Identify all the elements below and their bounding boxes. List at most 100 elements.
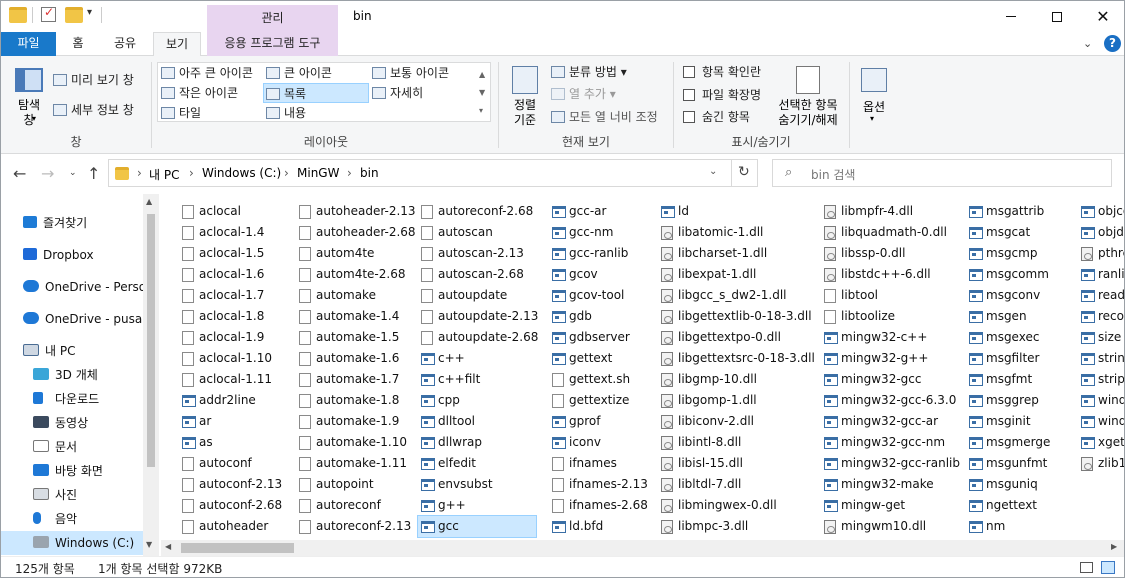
file-item[interactable]: nm bbox=[966, 516, 1050, 537]
file-item[interactable]: dlltool bbox=[418, 411, 538, 432]
file-item[interactable]: gcc-ar bbox=[549, 201, 648, 222]
navigation-pane-icon[interactable] bbox=[15, 68, 43, 92]
file-item[interactable]: libatomic-1.dll bbox=[658, 222, 815, 243]
file-item[interactable]: gcc-nm bbox=[549, 222, 648, 243]
file-item[interactable]: aclocal-1.5 bbox=[179, 243, 282, 264]
tab-file[interactable]: 파일 bbox=[1, 32, 56, 56]
hidden-items-toggle[interactable]: 숨긴 항목 bbox=[683, 107, 750, 127]
file-item[interactable]: zlib1.dll bbox=[1078, 453, 1124, 474]
file-item[interactable]: libmpc-3.dll bbox=[658, 516, 815, 537]
file-item[interactable]: mingw32-gcc-ranlib bbox=[821, 453, 960, 474]
file-item[interactable]: strip bbox=[1078, 369, 1124, 390]
file-item[interactable]: iconv bbox=[549, 432, 648, 453]
file-item[interactable]: gettextize bbox=[549, 390, 648, 411]
file-item[interactable]: msgconv bbox=[966, 285, 1050, 306]
file-item[interactable]: autoheader bbox=[179, 516, 282, 537]
file-item[interactable]: libgettextlib-0-18-3.dll bbox=[658, 306, 815, 327]
file-item[interactable]: xgettext bbox=[1078, 432, 1124, 453]
file-item[interactable]: gdbserver bbox=[549, 327, 648, 348]
file-item[interactable]: autoreconf bbox=[296, 495, 416, 516]
maximize-button[interactable] bbox=[1034, 1, 1080, 32]
file-item[interactable]: libtool bbox=[821, 285, 960, 306]
file-item[interactable]: mingw32-gcc-ar bbox=[821, 411, 960, 432]
layout-medium-icons[interactable]: 보통 아이콘 bbox=[372, 63, 449, 83]
file-item[interactable]: autoconf-2.68 bbox=[179, 495, 282, 516]
checkbox[interactable] bbox=[683, 66, 695, 78]
file-item[interactable]: mingwm10.dll bbox=[821, 516, 960, 537]
search-box[interactable]: ⌕ bin 검색 bbox=[772, 159, 1112, 187]
file-item[interactable]: ifnames bbox=[549, 453, 648, 474]
file-item[interactable]: windmc bbox=[1078, 390, 1124, 411]
file-item[interactable]: aclocal-1.7 bbox=[179, 285, 282, 306]
item-checkboxes-toggle[interactable]: 항목 확인란 bbox=[683, 62, 761, 82]
file-item[interactable]: msguniq bbox=[966, 474, 1050, 495]
file-item[interactable]: ifnames-2.68 bbox=[549, 495, 648, 516]
file-item[interactable]: automake-1.6 bbox=[296, 348, 416, 369]
nav-item-onedrive-personal[interactable]: OneDrive - Personal bbox=[23, 275, 143, 299]
file-item[interactable]: envsubst bbox=[418, 474, 538, 495]
breadcrumb-bin[interactable]: bin bbox=[360, 166, 379, 180]
nav-item-onedrive-pusan[interactable]: OneDrive - pusan bbox=[23, 307, 143, 331]
back-icon[interactable]: ← bbox=[13, 164, 26, 183]
file-item[interactable]: autoreconf-2.68 bbox=[418, 201, 538, 222]
file-item[interactable]: automake-1.8 bbox=[296, 390, 416, 411]
file-item[interactable]: ar bbox=[179, 411, 282, 432]
breadcrumb-this-pc[interactable]: 내 PC bbox=[149, 166, 179, 183]
file-item[interactable]: pthreadGC2.dll bbox=[1078, 243, 1124, 264]
layout-details[interactable]: 자세히 bbox=[372, 83, 423, 103]
file-item[interactable]: libintl-8.dll bbox=[658, 432, 815, 453]
file-item[interactable]: c++ bbox=[418, 348, 538, 369]
file-list-scrollbar[interactable]: ◀ ▶ bbox=[161, 540, 1124, 556]
file-item[interactable]: gcov bbox=[549, 264, 648, 285]
file-item[interactable]: aclocal-1.11 bbox=[179, 369, 282, 390]
file-item[interactable]: autoupdate-2.13 bbox=[418, 306, 538, 327]
recent-locations-icon[interactable]: ⌄ bbox=[69, 168, 77, 178]
file-item[interactable]: ifnames-2.13 bbox=[549, 474, 648, 495]
tab-view[interactable]: 보기 bbox=[153, 32, 201, 57]
file-item[interactable]: libcharset-1.dll bbox=[658, 243, 815, 264]
file-extensions-toggle[interactable]: 파일 확장명 bbox=[683, 85, 761, 105]
file-item[interactable]: ranlib bbox=[1078, 264, 1124, 285]
options-button[interactable]: 옵션 bbox=[854, 98, 894, 115]
file-item[interactable]: autoupdate bbox=[418, 285, 538, 306]
file-scroll-thumb[interactable] bbox=[181, 543, 294, 553]
file-item[interactable]: autoconf bbox=[179, 453, 282, 474]
file-item[interactable]: libexpat-1.dll bbox=[658, 264, 815, 285]
file-item[interactable]: autoconf-2.13 bbox=[179, 474, 282, 495]
file-item[interactable]: aclocal-1.10 bbox=[179, 348, 282, 369]
file-item[interactable]: autoheader-2.13 bbox=[296, 201, 416, 222]
file-item[interactable]: aclocal-1.4 bbox=[179, 222, 282, 243]
file-item[interactable]: mingw-get bbox=[821, 495, 960, 516]
search-input[interactable]: bin 검색 bbox=[811, 166, 855, 183]
file-item[interactable]: msgfmt bbox=[966, 369, 1050, 390]
checkbox[interactable] bbox=[683, 111, 695, 123]
file-item[interactable]: mingw32-c++ bbox=[821, 327, 960, 348]
file-item[interactable]: gcov-tool bbox=[549, 285, 648, 306]
file-item[interactable]: mingw32-g++ bbox=[821, 348, 960, 369]
file-item[interactable]: c++filt bbox=[418, 369, 538, 390]
file-item[interactable]: ngettext bbox=[966, 495, 1050, 516]
file-item[interactable]: msginit bbox=[966, 411, 1050, 432]
file-item[interactable]: libgomp-1.dll bbox=[658, 390, 815, 411]
close-button[interactable]: ✕ bbox=[1080, 1, 1124, 32]
nav-scroll-thumb[interactable] bbox=[147, 214, 155, 467]
file-item[interactable]: strings bbox=[1078, 348, 1124, 369]
file-item[interactable]: libisl-15.dll bbox=[658, 453, 815, 474]
refresh-icon[interactable]: ↻ bbox=[738, 164, 750, 180]
navigation-pane-button[interactable]: 탐색 창 bbox=[9, 98, 49, 128]
file-item[interactable]: msgcat bbox=[966, 222, 1050, 243]
file-item[interactable]: autoscan-2.68 bbox=[418, 264, 538, 285]
file-item[interactable]: msgcmp bbox=[966, 243, 1050, 264]
file-item[interactable]: gettext.sh bbox=[549, 369, 648, 390]
details-pane-button[interactable]: 세부 정보 창 bbox=[53, 100, 134, 120]
file-item[interactable]: libssp-0.dll bbox=[821, 243, 960, 264]
file-item[interactable]: gettext bbox=[549, 348, 648, 369]
file-item[interactable]: gprof bbox=[549, 411, 648, 432]
file-item[interactable]: aclocal bbox=[179, 201, 282, 222]
file-item[interactable]: size bbox=[1078, 327, 1124, 348]
file-item[interactable]: aclocal-1.6 bbox=[179, 264, 282, 285]
preview-pane-button[interactable]: 미리 보기 창 bbox=[53, 70, 134, 90]
layout-small-icons[interactable]: 작은 아이콘 bbox=[161, 83, 238, 103]
hide-selected-icon[interactable] bbox=[796, 66, 820, 94]
layout-tiles[interactable]: 타일 bbox=[161, 103, 201, 123]
